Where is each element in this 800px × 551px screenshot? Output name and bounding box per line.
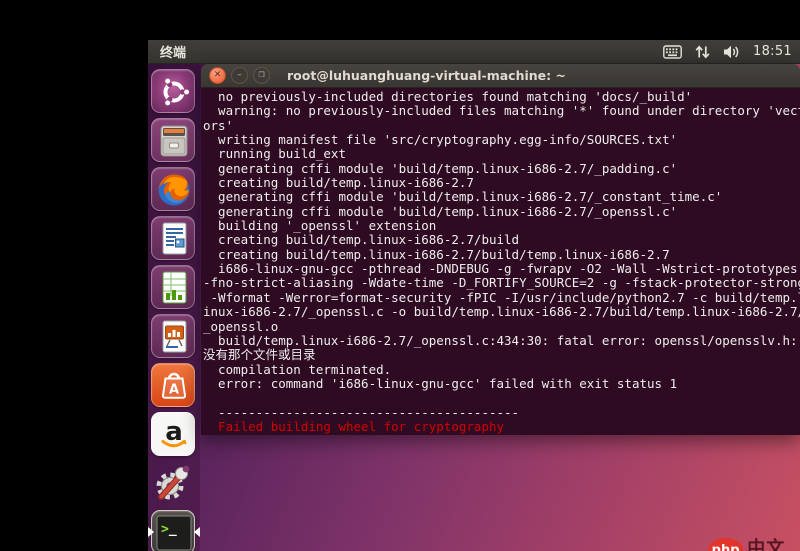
terminal-line: warning: no previously-included files ma…	[203, 104, 800, 119]
watermark-logo: php	[708, 538, 744, 551]
terminal-line: inux-i686-2.7/_openssl.c -o build/temp.l…	[203, 305, 800, 320]
launcher-item-libreoffice-impress[interactable]	[151, 314, 195, 358]
ubuntu-software-icon: A	[162, 372, 186, 399]
terminal-output[interactable]: no previously-included directories found…	[201, 88, 800, 435]
terminal-line: creating build/temp.linux-i686-2.7/build	[203, 233, 520, 248]
launcher-item-dash[interactable]	[151, 69, 195, 113]
libreoffice-writer-icon	[162, 222, 187, 255]
terminal-line: creating build/temp.linux-i686-2.7/build…	[203, 247, 670, 262]
files-icon	[160, 125, 188, 157]
screen: 终端 18:51 A a >_ ✕ – ❒ root@luhuanghuang-…	[0, 0, 800, 551]
network-arrows-icon[interactable]	[695, 45, 710, 59]
terminal-line: generating cffi module 'build/temp.linux…	[203, 204, 678, 219]
terminal-line: compilation terminated.	[203, 362, 392, 377]
terminal-line: creating build/temp.linux-i686-2.7	[203, 176, 474, 191]
libreoffice-calc-icon	[162, 271, 187, 304]
libreoffice-impress-icon	[162, 320, 187, 353]
terminal-line: ors'	[203, 118, 234, 133]
app-menu-title[interactable]: 终端	[148, 42, 198, 61]
terminal-line: 没有那个文件或目录	[203, 348, 316, 363]
terminal-line: Failed building wheel for cryptography	[203, 419, 505, 434]
launcher-item-terminal[interactable]: >_	[151, 510, 195, 551]
volume-icon[interactable]	[723, 45, 740, 59]
terminal-line: i686-linux-gnu-gcc -pthread -DNDEBUG -g …	[203, 262, 798, 277]
window-titlebar[interactable]: ✕ – ❒ root@luhuanghuang-virtual-machine:…	[201, 64, 800, 88]
terminal-icon: >_	[156, 515, 192, 551]
terminal-line: _openssl.o	[203, 319, 279, 334]
launcher-item-firefox[interactable]	[151, 167, 195, 211]
maximize-button[interactable]: ❒	[253, 67, 270, 84]
panel-clock[interactable]: 18:51	[753, 44, 792, 59]
terminal-line: writing manifest file 'src/cryptography.…	[203, 133, 678, 148]
terminal-line: running build_ext	[203, 147, 346, 162]
running-app-arrow-left	[148, 527, 154, 537]
launcher-item-libreoffice-calc[interactable]	[151, 265, 195, 309]
terminal-line: ----------------------------------------	[203, 405, 520, 420]
window-title: root@luhuanghuang-virtual-machine: ~	[287, 68, 566, 83]
terminal-line: -Wformat -Werror=format-security -fPIC -…	[203, 290, 800, 305]
minimize-button[interactable]: –	[231, 67, 248, 84]
terminal-line: build/temp.linux-i686-2.7/_openssl.c:434…	[203, 333, 800, 348]
keyboard-icon[interactable]	[663, 44, 682, 59]
launcher-item-ubuntu-software[interactable]: A	[151, 363, 195, 407]
launcher-item-system-settings[interactable]	[151, 461, 195, 505]
launcher-item-files[interactable]	[151, 118, 195, 162]
terminal-window: ✕ – ❒ root@luhuanghuang-virtual-machine:…	[201, 64, 800, 435]
focused-app-arrow-right	[194, 527, 200, 537]
launcher-item-amazon[interactable]: a	[151, 412, 195, 456]
ubuntu-dash-icon	[163, 78, 190, 106]
watermark: php 中文网	[708, 538, 800, 551]
amazon-icon: a	[161, 417, 187, 448]
terminal-line: no previously-included directories found…	[203, 90, 693, 104]
terminal-line: error: command 'i686-linux-gnu-gcc' fail…	[203, 376, 678, 391]
terminal-line: generating cffi module 'build/temp.linux…	[203, 161, 678, 176]
firefox-icon	[158, 174, 190, 206]
indicator-tray: 18:51	[663, 44, 800, 59]
svg-text:A: A	[169, 383, 179, 398]
svg-text:>_: >_	[161, 522, 177, 537]
terminal-line: building '_openssl' extension	[203, 219, 437, 234]
terminal-line: -fno-strict-aliasing -Wdate-time -D_FORT…	[203, 276, 800, 291]
close-button[interactable]: ✕	[209, 67, 226, 84]
system-settings-icon	[156, 465, 190, 500]
launcher-item-libreoffice-writer[interactable]	[151, 216, 195, 260]
unity-launcher: A a >_	[148, 64, 200, 551]
watermark-text: 中文网	[747, 538, 786, 551]
terminal-line: generating cffi module 'build/temp.linux…	[203, 190, 723, 205]
top-panel: 终端 18:51	[148, 40, 800, 64]
